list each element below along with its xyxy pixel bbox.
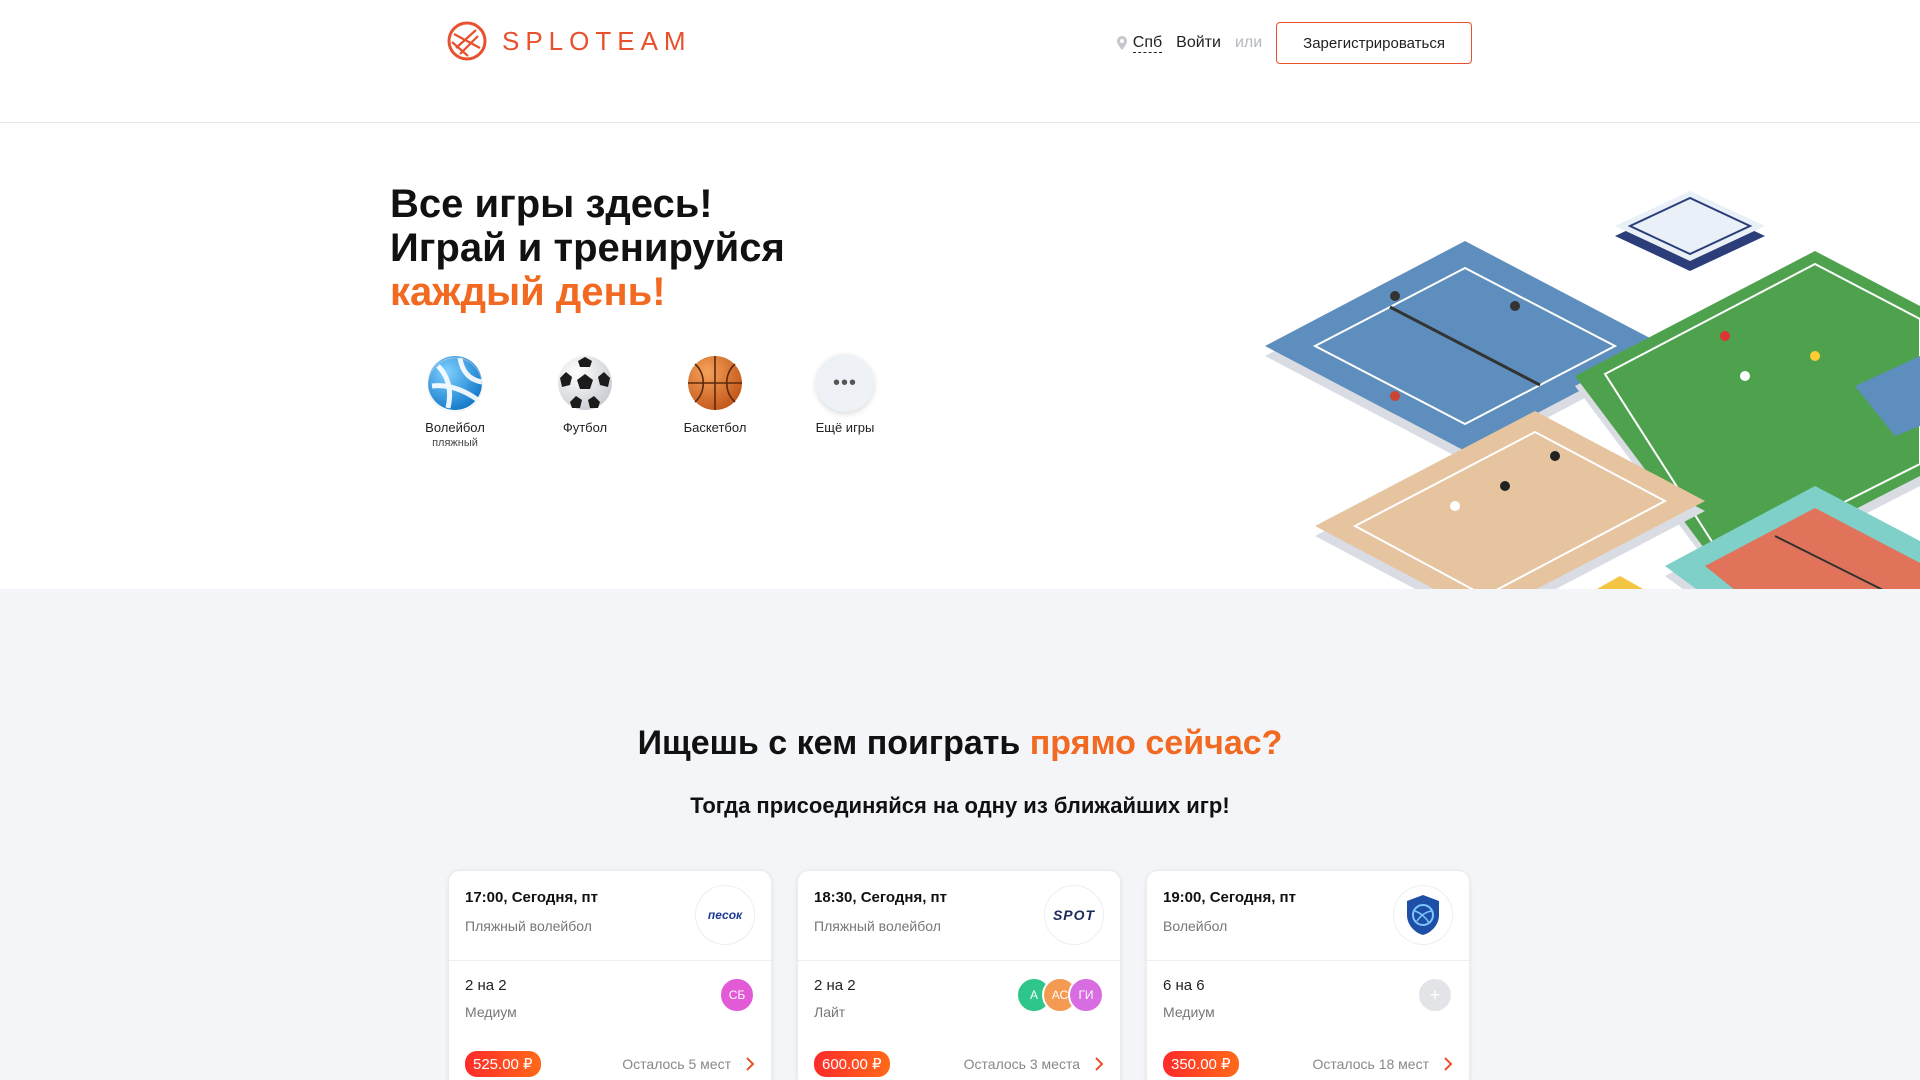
tennis-court-illustration (1265, 241, 1665, 461)
seats-left[interactable]: Осталось 18 мест (1312, 1056, 1453, 1072)
seats-left-text: Осталось 3 места (963, 1056, 1080, 1072)
soccer-ball-icon (558, 356, 612, 410)
game-card-body: 2 на 2 Медиум СБ (449, 961, 771, 1039)
seats-left-text: Осталось 18 мест (1312, 1056, 1429, 1072)
game-level: Медиум (1163, 1004, 1215, 1020)
city-selector[interactable]: Спб (1116, 34, 1163, 53)
venue-logo: песок (695, 885, 755, 945)
game-card-footer: 600.00 ₽ Осталось 3 места (814, 1039, 1104, 1080)
sport-item-basketball[interactable]: Баскетбол (650, 354, 780, 449)
price-badge: 350.00 ₽ (1163, 1051, 1239, 1077)
sport-label: Волейбол (425, 420, 485, 435)
city-name[interactable]: Спб (1132, 34, 1163, 53)
game-card-footer: 350.00 ₽ Осталось 18 мест (1163, 1039, 1453, 1080)
site-header: SPLOTEAM Спб Войти или Зарегистрироватьс… (0, 0, 1920, 123)
sploteam-logo-icon (447, 21, 487, 61)
participants-avatars: А АС ГИ (1016, 977, 1104, 1013)
avatar[interactable]: ГИ (1068, 977, 1104, 1013)
more-dots-icon: ••• (816, 354, 874, 412)
login-link[interactable]: Войти (1176, 34, 1221, 52)
chevron-right-icon (746, 1057, 755, 1071)
seats-left[interactable]: Осталось 5 мест (622, 1056, 755, 1072)
game-cards: 17:00, Сегодня, пт Пляжный волейбол песо… (448, 870, 1470, 1080)
sport-item-more-games[interactable]: ••• Ещё игры (780, 354, 910, 449)
price-badge: 600.00 ₽ (814, 1051, 890, 1077)
header-nav: Спб Войти или Зарегистрироваться (1116, 22, 1472, 64)
hero-section: Все игры здесь! Играй и тренируйся кажды… (0, 124, 1920, 716)
sport-label: Футбол (562, 420, 608, 435)
seats-left[interactable]: Осталось 3 места (964, 1056, 1104, 1072)
game-card-footer: 525.00 ₽ Осталось 5 мест (465, 1039, 755, 1080)
sport-list: Волейбол пляжный Футбол Баскетбол ••• Ещ… (390, 354, 910, 449)
hero-title-line2: Играй и тренируйся (390, 226, 785, 270)
sport-label: Ещё игры (815, 420, 875, 435)
venue-logo-text: SPOT (1052, 907, 1096, 923)
game-card-header: 19:00, Сегодня, пт Волейбол (1147, 871, 1469, 961)
game-card-body: 2 на 2 Лайт А АС ГИ (798, 961, 1120, 1039)
game-level: Медиум (465, 1004, 517, 1020)
venue-logo-text: песок (707, 908, 743, 922)
game-card[interactable]: 18:30, Сегодня, пт Пляжный волейбол SPOT… (797, 870, 1121, 1080)
game-card-header: 18:30, Сегодня, пт Пляжный волейбол SPOT (798, 871, 1120, 961)
game-format: 2 на 2 (465, 977, 507, 994)
participants-avatars: СБ (719, 977, 755, 1013)
section-subtitle: Тогда присоединяйся на одну из ближайших… (690, 793, 1230, 818)
logo-text: SPLOTEAM (502, 25, 692, 56)
logo[interactable]: SPLOTEAM (446, 20, 692, 62)
game-format: 6 на 6 (1163, 977, 1205, 994)
venue-logo: SPOT (1044, 885, 1104, 945)
hero-title: Все игры здесь! Играй и тренируйся кажды… (390, 182, 785, 314)
section-title-accent: прямо сейчас? (1029, 724, 1283, 762)
chevron-right-icon (1095, 1057, 1104, 1071)
basketball-icon (688, 356, 742, 410)
sport-item-football[interactable]: Футбол (520, 354, 650, 449)
chevron-right-icon (1444, 1057, 1453, 1071)
sport-sublabel: пляжный (432, 437, 478, 449)
venue-logo (1393, 885, 1453, 945)
avatar[interactable]: СБ (719, 977, 755, 1013)
register-button[interactable]: Зарегистрироваться (1276, 22, 1472, 64)
location-pin-icon (1116, 36, 1127, 50)
hero-title-accent: каждый день! (390, 270, 666, 314)
upcoming-games-section: Ищешь с кем поиграть прямо сейчас? Тогда… (0, 589, 1920, 1080)
sport-label: Баскетбол (683, 420, 747, 435)
game-card[interactable]: 17:00, Сегодня, пт Пляжный волейбол песо… (448, 870, 772, 1080)
section-title-main: Ищешь с кем поиграть (637, 724, 1030, 762)
seats-left-text: Осталось 5 мест (622, 1056, 731, 1072)
sport-item-beach-volleyball[interactable]: Волейбол пляжный (390, 354, 520, 449)
game-card[interactable]: 19:00, Сегодня, пт Волейбол 6 на 6 Медиу… (1146, 870, 1470, 1080)
price-badge: 525.00 ₽ (465, 1051, 541, 1077)
game-card-header: 17:00, Сегодня, пт Пляжный волейбол песо… (449, 871, 771, 961)
volleyball-icon (427, 356, 483, 412)
game-card-body: 6 на 6 Медиум + (1147, 961, 1469, 1039)
shield-volleyball-icon (1407, 895, 1439, 935)
participants-avatars: + (1417, 977, 1453, 1013)
section-title: Ищешь с кем поиграть прямо сейчас? (0, 724, 1920, 763)
join-plus-icon[interactable]: + (1417, 977, 1453, 1013)
boxing-ring-illustration (1615, 191, 1765, 271)
hero-title-line1: Все игры здесь! (390, 182, 713, 226)
or-separator: или (1234, 34, 1263, 51)
